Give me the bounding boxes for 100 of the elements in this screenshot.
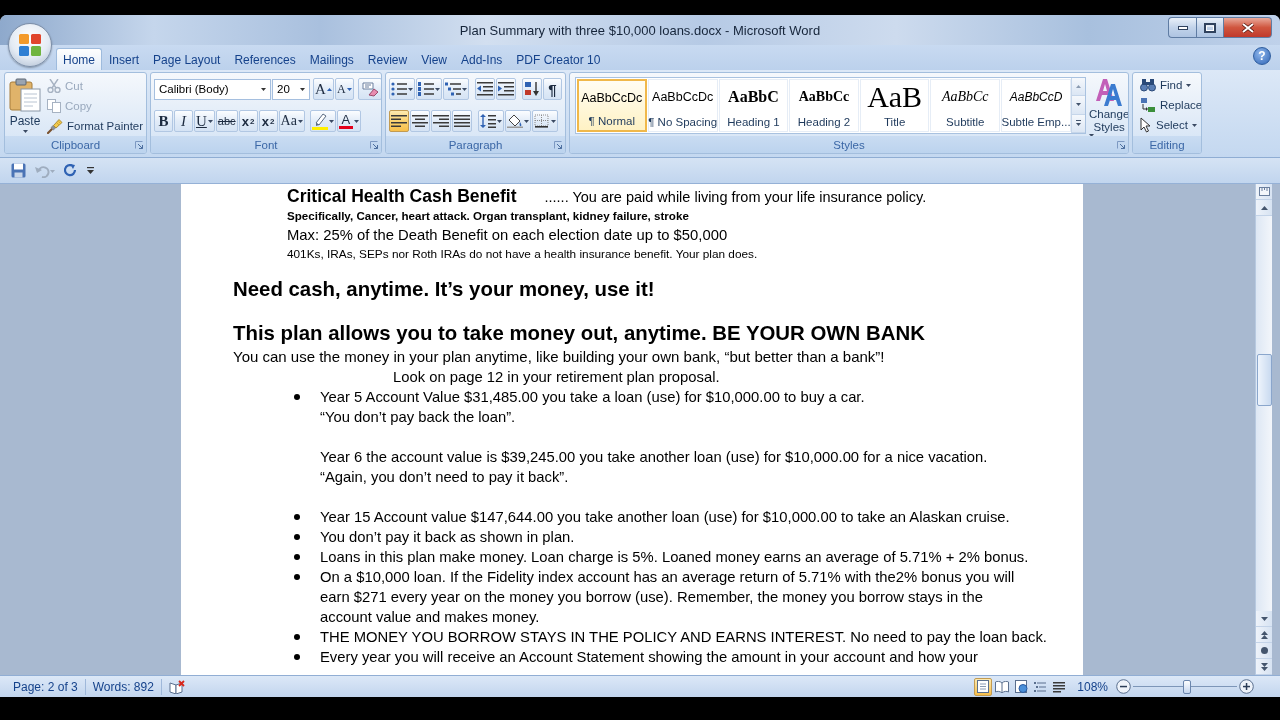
ribbon-tab[interactable]: References <box>227 48 303 70</box>
numbering-button[interactable] <box>416 78 442 100</box>
minimize-button[interactable] <box>1168 17 1196 38</box>
font-size-field[interactable]: 20 <box>272 78 310 100</box>
zoom-in-icon[interactable] <box>1239 679 1254 694</box>
web-layout-view-button[interactable] <box>1012 677 1031 696</box>
caret-icon <box>207 119 213 123</box>
zoom-slider[interactable] <box>1133 679 1237 694</box>
list-item-text: Loans in this plan make money. Loan charge is 5%. Loaned money earns an average of 5.71% + 2% bonus. <box>320 548 1029 567</box>
sort-button[interactable] <box>522 78 542 100</box>
clear-formatting-button[interactable] <box>357 78 381 100</box>
ribbon-tab[interactable]: Mailings <box>302 48 361 70</box>
style-preview: AaBbCcD <box>1009 89 1063 106</box>
ribbon-tab[interactable]: Insert <box>102 48 147 70</box>
close-button[interactable] <box>1224 17 1272 38</box>
group-label: Paragraph <box>448 138 503 151</box>
pointer-icon <box>1140 117 1152 133</box>
dialog-launcher-icon[interactable] <box>1117 140 1125 149</box>
multilevel-button[interactable] <box>443 78 469 100</box>
ribbon-tab[interactable]: Review <box>360 48 415 70</box>
arrow-down-icon <box>1260 616 1268 621</box>
ribbon-tab[interactable]: Home <box>56 48 102 70</box>
view-ruler-button[interactable] <box>1256 184 1272 200</box>
zoom-slider-thumb[interactable] <box>1183 679 1192 694</box>
align-left-icon <box>391 114 407 128</box>
book-error-icon[interactable] <box>168 679 185 694</box>
print-layout-view-button[interactable] <box>974 677 993 696</box>
zoom-out-icon[interactable] <box>1116 679 1131 694</box>
customize-icon[interactable] <box>87 166 94 175</box>
style-tile[interactable]: AaBbCc Heading 2 <box>789 79 859 132</box>
bullets-button[interactable] <box>389 78 415 100</box>
replace-button[interactable]: Replace <box>1138 95 1201 115</box>
list-item-text: On a $10,000 loan. If the Fidelity index account has an average return of 5.71% with the2% bonus you will earn $271 every year on the money you borrow (use). Remember, the money you borrow stays in the account value and makes money. <box>320 568 1016 627</box>
outdent-button[interactable] <box>475 78 495 100</box>
word-count[interactable]: Words: 892 <box>92 679 154 694</box>
style-tile[interactable]: AaBbCcDc ¶ Normal <box>577 79 647 132</box>
previous-page-button[interactable] <box>1256 627 1272 643</box>
borders-button[interactable] <box>532 110 558 132</box>
bold-button[interactable]: B <box>154 110 173 132</box>
ribbon-tab[interactable]: View <box>414 48 454 70</box>
format-painter-button[interactable]: Format Painter <box>45 116 146 136</box>
show-marks-button[interactable]: ¶ <box>543 78 562 100</box>
strikethrough-button[interactable]: abc <box>215 110 238 132</box>
scroll-down-button[interactable] <box>1072 96 1085 115</box>
scissors-icon <box>47 79 61 93</box>
style-preview: AaBbCc <box>941 88 989 106</box>
align-center-button[interactable] <box>410 110 430 132</box>
dialog-launcher-icon[interactable] <box>370 140 378 149</box>
find-button[interactable]: Find <box>1138 75 1201 95</box>
justify-icon <box>454 114 470 128</box>
save-icon[interactable] <box>11 163 26 178</box>
caret-down-icon <box>346 87 352 91</box>
select-button[interactable]: Select <box>1138 115 1201 135</box>
style-tile[interactable]: AaB Title <box>859 79 930 132</box>
style-tile[interactable]: AaBbCc Subtitle <box>930 79 1001 132</box>
style-preview: AaB <box>867 82 923 112</box>
scroll-down-button[interactable] <box>1256 611 1272 627</box>
style-tile[interactable]: AaBbC Heading 1 <box>718 79 789 132</box>
scroll-thumb[interactable] <box>1256 354 1272 406</box>
indent-button[interactable] <box>496 78 516 100</box>
browse-object-button[interactable] <box>1256 643 1272 659</box>
font-color-button[interactable]: A <box>336 110 361 132</box>
bullet-icon <box>294 554 300 560</box>
ribbon-tab[interactable]: PDF Creator 10 <box>509 48 608 70</box>
dialog-launcher-icon[interactable] <box>554 140 562 149</box>
style-tile[interactable]: AaBbCcD Subtle Emp... <box>1001 79 1072 132</box>
paste-button[interactable]: Paste <box>8 76 42 136</box>
style-tile[interactable]: AaBbCcDc ¶ No Spacing <box>647 79 718 132</box>
double-arrow-up-icon <box>1260 630 1268 639</box>
style-name: ¶ No Spacing <box>648 116 718 128</box>
superscript-button[interactable]: x$^{2}$ <box>258 110 278 132</box>
list-item-text: “You don’t pay back the loan”. <box>320 408 516 427</box>
ribbon-tab[interactable]: Add-Ins <box>453 48 510 70</box>
expand-icon <box>1076 120 1082 127</box>
shrink-font-button[interactable]: A <box>334 78 354 100</box>
underline-button[interactable]: U <box>194 110 215 132</box>
line-spacing-button[interactable] <box>478 110 504 132</box>
grow-font-button[interactable]: A <box>313 78 334 100</box>
font-name-field[interactable]: Calibri (Body) <box>154 78 271 100</box>
align-right-button[interactable] <box>431 110 451 132</box>
dialog-launcher-icon[interactable] <box>135 140 143 149</box>
scroll-up-button[interactable] <box>1256 200 1272 216</box>
borders-icon <box>534 114 550 128</box>
highlight-button[interactable] <box>309 110 336 132</box>
eraser-icon <box>360 81 379 97</box>
align-justify-button[interactable] <box>452 110 472 132</box>
zoom-level-button[interactable]: 108% <box>1077 679 1108 694</box>
highlighter-icon <box>311 112 328 130</box>
align-left-button[interactable] <box>389 110 409 132</box>
italic-button[interactable]: I <box>174 110 193 132</box>
circle-icon <box>1260 647 1268 654</box>
next-page-button[interactable] <box>1256 659 1272 675</box>
style-name: Subtitle <box>946 116 985 128</box>
change-styles-button[interactable]: Change Styles <box>1088 76 1128 136</box>
maximize-button[interactable] <box>1196 17 1224 38</box>
shading-button[interactable] <box>505 110 531 132</box>
page-count[interactable]: Page: 2 of 3 <box>13 679 78 694</box>
change-case-button[interactable]: Aa <box>278 110 305 132</box>
ribbon-tab[interactable]: Page Layout <box>146 48 228 70</box>
repeat-icon[interactable] <box>64 163 78 178</box>
